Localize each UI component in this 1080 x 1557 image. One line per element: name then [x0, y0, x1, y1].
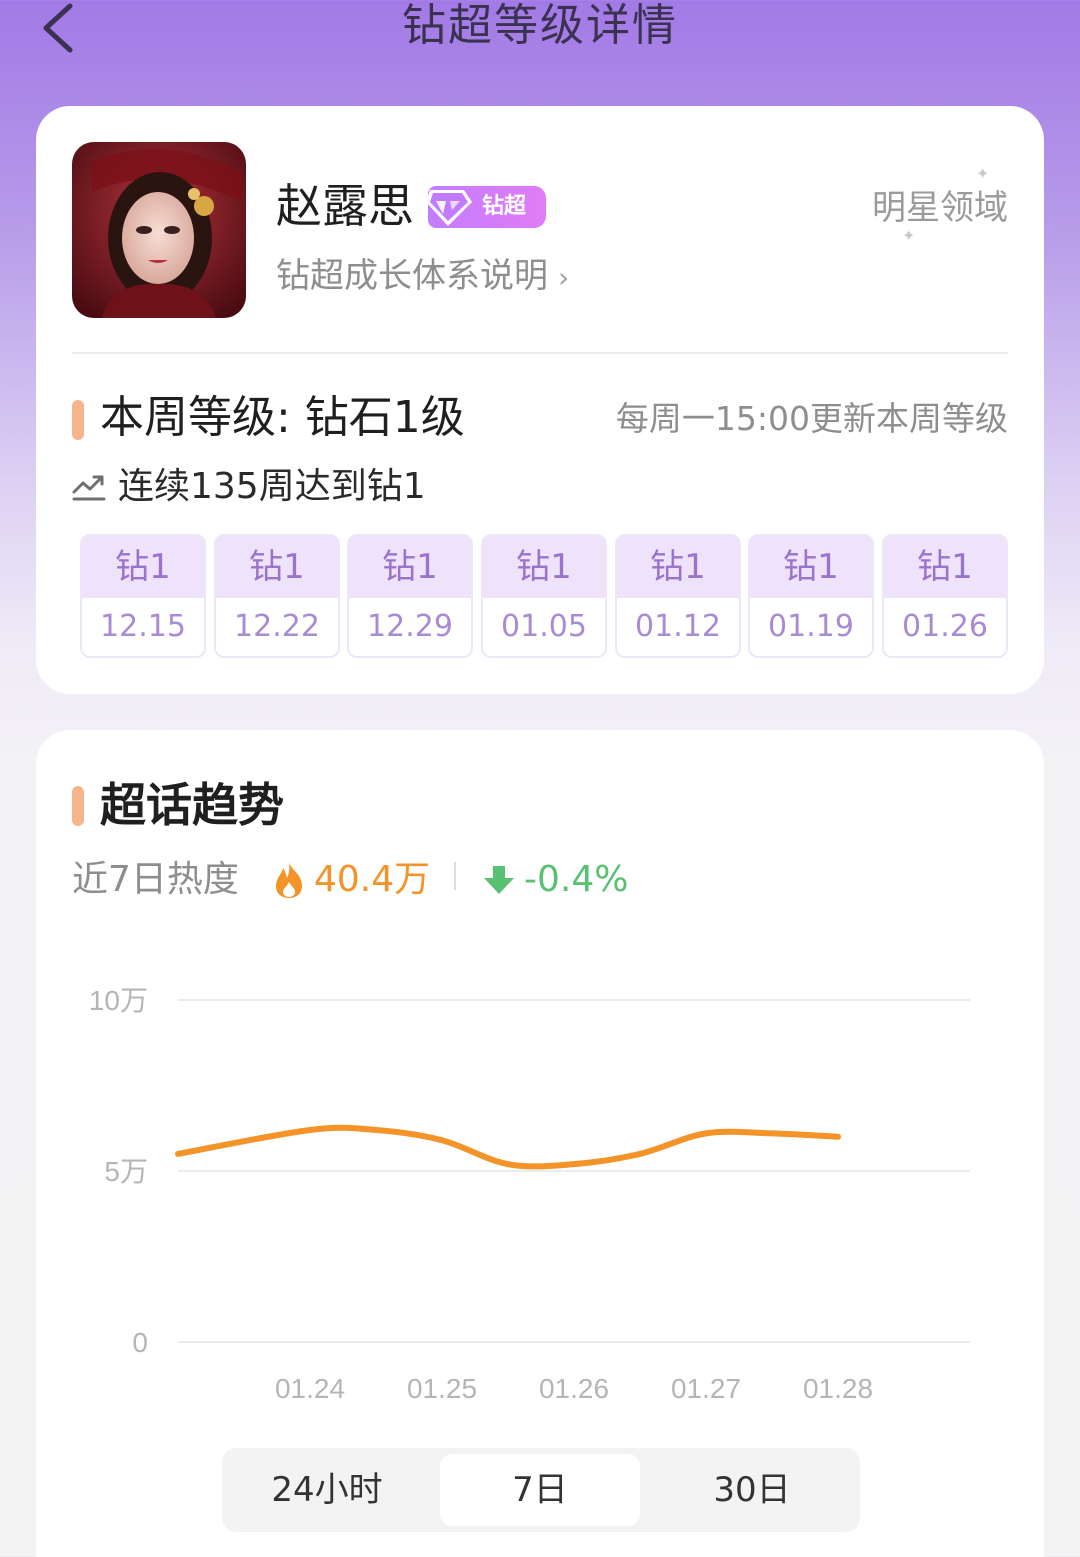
range-tab-24h[interactable]: 24小时 [228, 1454, 426, 1526]
week-item: 钻1 12.22 [214, 534, 340, 658]
avatar[interactable] [72, 142, 246, 318]
week-item: 钻1 12.15 [80, 534, 206, 658]
trend-card: 超话趋势 近7日热度 40.4万 -0.4% 0 5万 10万 01.24 01.25 0… [36, 730, 1044, 1557]
week-level: 钻1 [216, 536, 338, 598]
heat-change-value: -0.4% [524, 859, 629, 900]
week-date: 12.22 [216, 598, 338, 656]
week-level: 钻1 [349, 536, 471, 598]
x-tick-label: 01.25 [407, 1373, 477, 1404]
week-level: 钻1 [750, 536, 872, 598]
week-item: 钻1 01.05 [481, 534, 607, 658]
week-date: 01.12 [617, 598, 739, 656]
week-date: 01.19 [750, 598, 872, 656]
heat-label: 近7日热度 [72, 859, 239, 900]
weekly-level-history: 钻1 12.15 钻1 12.22 钻1 12.29 钻1 01.05 钻1 0… [80, 534, 1008, 658]
week-item: 钻1 01.12 [615, 534, 741, 658]
week-item: 钻1 12.29 [347, 534, 473, 658]
top-bar: 钻超等级详情 [0, 0, 1080, 60]
update-note: 每周一15:00更新本周等级 [615, 399, 1008, 438]
heat-value: 40.4万 [314, 859, 431, 900]
divider [454, 862, 456, 890]
arrow-down-icon [482, 864, 516, 896]
trend-title: 超话趋势 [100, 778, 284, 832]
y-tick-label: 0 [132, 1327, 148, 1358]
trend-line-chart: 0 5万 10万 01.24 01.25 01.26 01.27 01.28 [89, 985, 970, 1404]
range-tab-30d[interactable]: 30日 [652, 1454, 852, 1526]
range-tab-7d[interactable]: 7日 [440, 1454, 640, 1526]
week-date: 12.15 [82, 598, 204, 656]
badge-label: 钻超 [482, 194, 527, 219]
week-date: 01.05 [483, 598, 605, 656]
weekly-level-title: 本周等级: 钻石1级 [100, 392, 465, 443]
y-tick-label: 10万 [89, 985, 148, 1016]
x-tick-label: 01.27 [671, 1373, 741, 1404]
week-level: 钻1 [82, 536, 204, 598]
user-name: 赵露思 [276, 179, 414, 233]
diamond-badge: 钻超 [426, 186, 546, 228]
x-tick-label: 01.26 [539, 1373, 609, 1404]
chevron-right-icon: › [558, 261, 570, 294]
week-item: 钻1 01.26 [882, 534, 1008, 658]
week-item: 钻1 01.19 [748, 534, 874, 658]
page-title: 钻超等级详情 [402, 0, 678, 51]
section-accent [72, 400, 84, 440]
growth-system-link[interactable]: 钻超成长体系说明 › [276, 252, 569, 302]
y-tick-label: 5万 [104, 1156, 148, 1187]
week-date: 12.29 [349, 598, 471, 656]
week-date: 01.26 [884, 598, 1006, 656]
diamond-icon [424, 184, 474, 228]
flame-icon [272, 860, 306, 900]
level-card: 赵露思 钻超 钻超成长体系说明 › 明星领域 ✦ ✦ 本周等级: 钻石1级 每周一… [36, 106, 1044, 694]
trend-up-icon [72, 472, 106, 502]
sparkle-icon: ✦ [976, 164, 990, 183]
x-tick-label: 01.28 [803, 1373, 873, 1404]
divider [72, 352, 1008, 354]
growth-system-label: 钻超成长体系说明 [276, 256, 548, 296]
domain-label: 明星领域 [872, 188, 1008, 228]
week-level: 钻1 [617, 536, 739, 598]
streak-text: 连续135周达到钻1 [118, 466, 426, 507]
series-line [175, 1124, 841, 1170]
section-accent [72, 786, 84, 826]
week-level: 钻1 [884, 536, 1006, 598]
range-selector: 24小时 7日 30日 [222, 1448, 860, 1532]
week-level: 钻1 [483, 536, 605, 598]
x-tick-label: 01.24 [275, 1373, 345, 1404]
sparkle-icon: ✦ [902, 226, 916, 245]
